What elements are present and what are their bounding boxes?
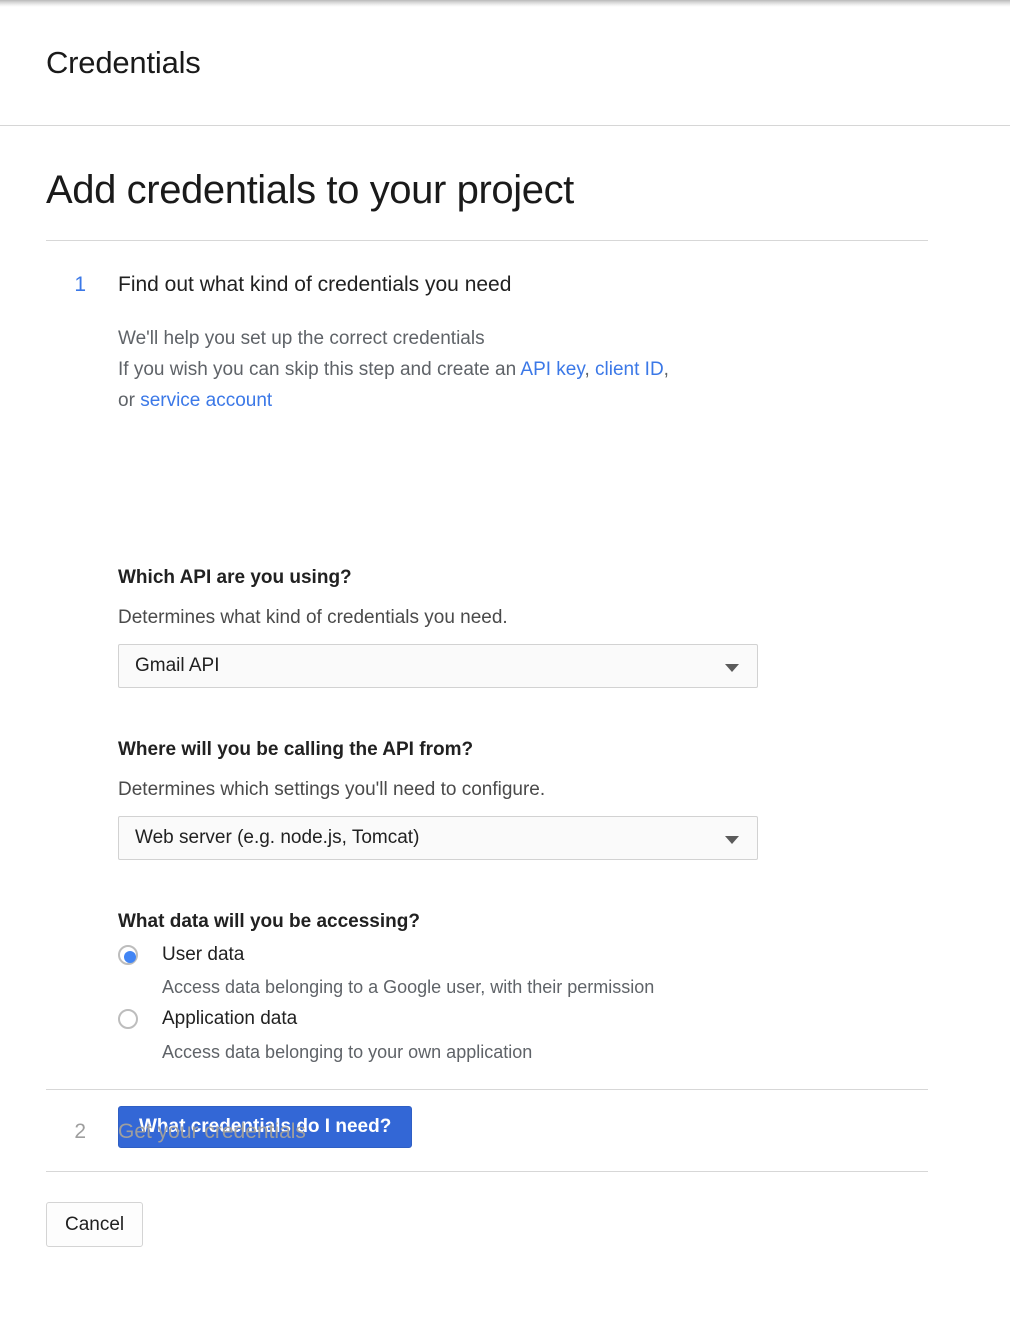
client-id-link[interactable]: client ID [595, 359, 664, 380]
page-title: Add credentials to your project [46, 168, 574, 212]
what-data-label: What data will you be accessing? [118, 911, 420, 932]
divider-above-step1 [46, 240, 928, 241]
api-select-value: Gmail API [135, 655, 220, 676]
radio-label-application-data: Application data [162, 1008, 298, 1029]
radio-description-user-data: Access data belonging to a Google user, … [162, 977, 655, 997]
platform-select[interactable]: Web server (e.g. node.js, Tomcat) [118, 816, 758, 860]
where-calling-label: Where will you be calling the API from? [118, 739, 474, 760]
divider-below-step2 [46, 1171, 928, 1172]
radio-dot [124, 951, 136, 963]
which-api-help: Determines what kind of credentials you … [118, 607, 508, 628]
radio-selected-icon [118, 945, 138, 965]
app-bar-title: Credentials [46, 45, 201, 80]
where-calling-help: Determines which settings you'll need to… [118, 779, 546, 800]
divider-above-step2 [46, 1089, 928, 1090]
which-api-label: Which API are you using? [118, 567, 352, 588]
intro-separator-1: , [584, 359, 596, 380]
intro-line-3-prefix: or [118, 390, 141, 411]
step-2-number: 2 [74, 1120, 86, 1143]
chevron-down-icon [725, 664, 739, 672]
radio-label-user-data: User data [162, 944, 245, 965]
step-1-heading: Find out what kind of credentials you ne… [118, 273, 512, 296]
intro-separator-2: , [663, 359, 669, 380]
intro-line-2-prefix: If you wish you can skip this step and c… [118, 359, 521, 380]
cancel-button[interactable]: Cancel [46, 1202, 144, 1247]
step-1-intro: We'll help you set up the correct creden… [118, 323, 918, 416]
step-2-heading[interactable]: Get your credentials [118, 1118, 306, 1146]
intro-line-1: We'll help you set up the correct creden… [118, 328, 485, 349]
api-select[interactable]: Gmail API [118, 644, 758, 688]
top-edge-shadow [0, 0, 1010, 7]
radio-unselected-icon [118, 1009, 138, 1029]
app-bar: Credentials [0, 7, 1010, 126]
step-1-number: 1 [74, 273, 86, 296]
radio-description-application-data: Access data belonging to your own applic… [162, 1042, 533, 1062]
service-account-link[interactable]: service account [140, 390, 272, 411]
platform-select-value: Web server (e.g. node.js, Tomcat) [135, 827, 420, 848]
chevron-down-icon [725, 836, 739, 844]
api-key-link[interactable]: API key [520, 359, 584, 380]
